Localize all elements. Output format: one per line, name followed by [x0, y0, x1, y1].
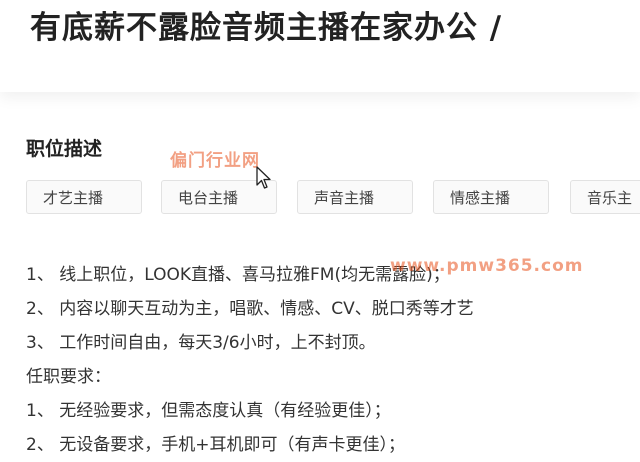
- job-title: 有底薪不露脸音频主播在家办公 /: [30, 10, 503, 46]
- job-description-list: 1、 线上职位，LOOK直播、喜马拉雅FM(均无需露脸)； 2、 内容以聊天互动…: [26, 258, 640, 462]
- section-heading-job-description: 职位描述: [26, 138, 103, 160]
- mouse-pointer-icon: [256, 166, 271, 189]
- tag-voice-host[interactable]: 声音主播: [297, 180, 413, 214]
- watermark-site-name: 偏门行业网: [170, 151, 260, 171]
- requirements-heading: 任职要求：: [26, 367, 111, 387]
- tag-list: 才艺主播 电台主播 声音主播 情感主播 音乐主: [26, 180, 640, 216]
- tag-music-host[interactable]: 音乐主: [570, 180, 640, 214]
- tag-emotion-host[interactable]: 情感主播: [433, 180, 549, 214]
- watermark-site-url: www.pmw365.com: [390, 256, 584, 276]
- description-line: 2、 内容以聊天互动为主，唱歌、情感、CV、脱口秀等才艺: [26, 299, 474, 319]
- tag-talent-host[interactable]: 才艺主播: [26, 180, 142, 214]
- job-header: 有底薪不露脸音频主播在家办公 /: [0, 0, 640, 92]
- description-line: 3、 工作时间自由，每天3/6小时，上不封顶。: [26, 333, 376, 353]
- requirement-line: 1、 无经验要求，但需态度认真（有经验更佳）；: [26, 401, 391, 421]
- requirement-line: 2、 无设备要求，手机+耳机即可（有声卡更佳）；: [26, 435, 405, 455]
